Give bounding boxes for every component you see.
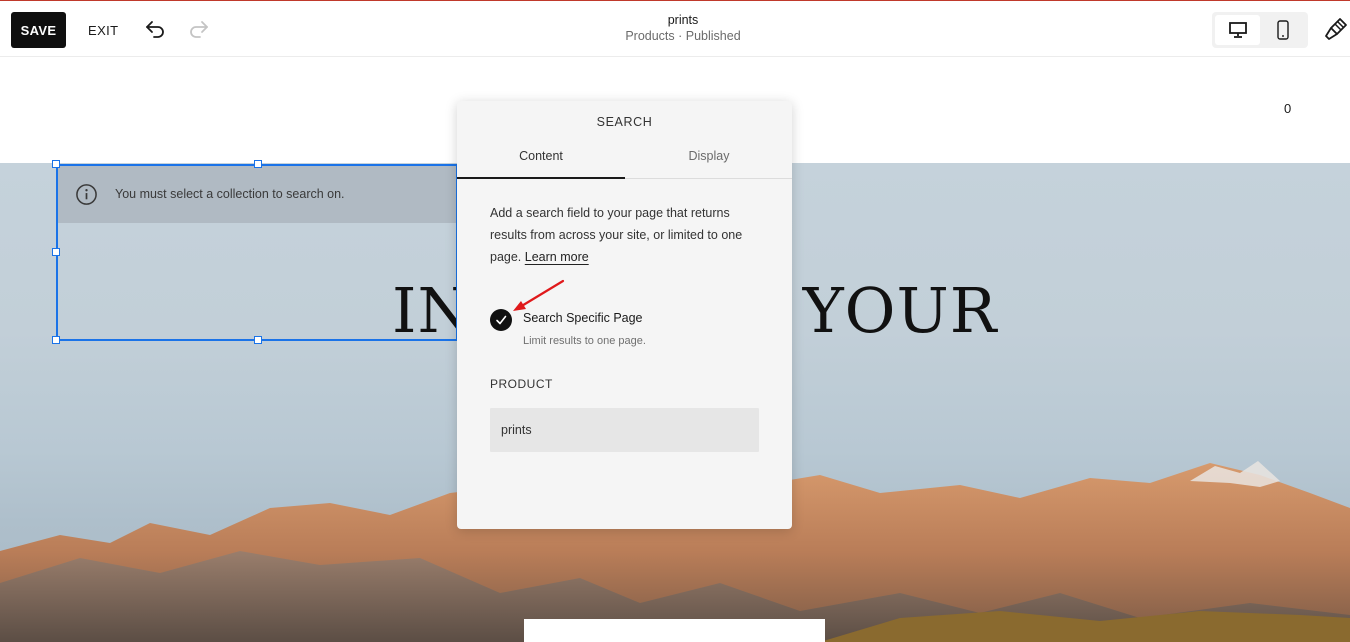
resize-handle-tc[interactable] — [254, 160, 262, 168]
hero-title-right: YOUR — [802, 274, 998, 347]
tab-display[interactable]: Display — [625, 139, 793, 179]
editor-toolbar: SAVE EXIT prints Products · Published — [0, 0, 1350, 57]
save-button[interactable]: SAVE — [11, 12, 66, 48]
checkmark-icon — [496, 315, 507, 325]
resize-handle-tl[interactable] — [52, 160, 60, 168]
page-title: prints — [667, 13, 699, 27]
product-label: PRODUCT — [490, 377, 553, 391]
resize-handle-ml[interactable] — [52, 248, 60, 256]
page-title-group: prints Products · Published — [533, 13, 833, 45]
page-status: Products · Published — [625, 29, 741, 43]
undo-icon[interactable] — [143, 17, 167, 41]
device-view-toggle — [1212, 12, 1308, 48]
learn-more-link[interactable]: Learn more — [525, 250, 589, 264]
redo-icon[interactable] — [187, 17, 211, 41]
product-select[interactable]: prints — [490, 408, 759, 452]
desktop-view-button[interactable] — [1215, 15, 1260, 45]
mobile-icon — [1277, 20, 1289, 40]
paintbrush-icon[interactable] — [1323, 16, 1349, 42]
search-block-selection[interactable]: You must select a collection to search o… — [56, 164, 458, 341]
panel-title: SEARCH — [596, 115, 653, 129]
option-sublabel: Limit results to one page. — [523, 335, 646, 347]
resize-handle-bl[interactable] — [52, 336, 60, 344]
search-settings-panel: SEARCH Content Display Add a search fiel… — [457, 101, 792, 529]
tab-content[interactable]: Content — [457, 139, 625, 179]
collection-notice: You must select a collection to search o… — [58, 166, 456, 223]
desktop-icon — [1228, 22, 1247, 38]
info-icon — [76, 184, 97, 205]
mobile-view-button[interactable] — [1261, 15, 1305, 45]
annotation-arrow-icon — [513, 279, 565, 311]
panel-description: Add a search field to your page that ret… — [490, 202, 760, 268]
cart-count[interactable]: 0 — [1284, 101, 1291, 116]
exit-button[interactable]: EXIT — [80, 12, 127, 48]
panel-tabs: Content Display — [457, 139, 792, 179]
hero-card — [524, 619, 825, 642]
resize-handle-bc[interactable] — [254, 336, 262, 344]
notice-text: You must select a collection to search o… — [115, 187, 345, 201]
